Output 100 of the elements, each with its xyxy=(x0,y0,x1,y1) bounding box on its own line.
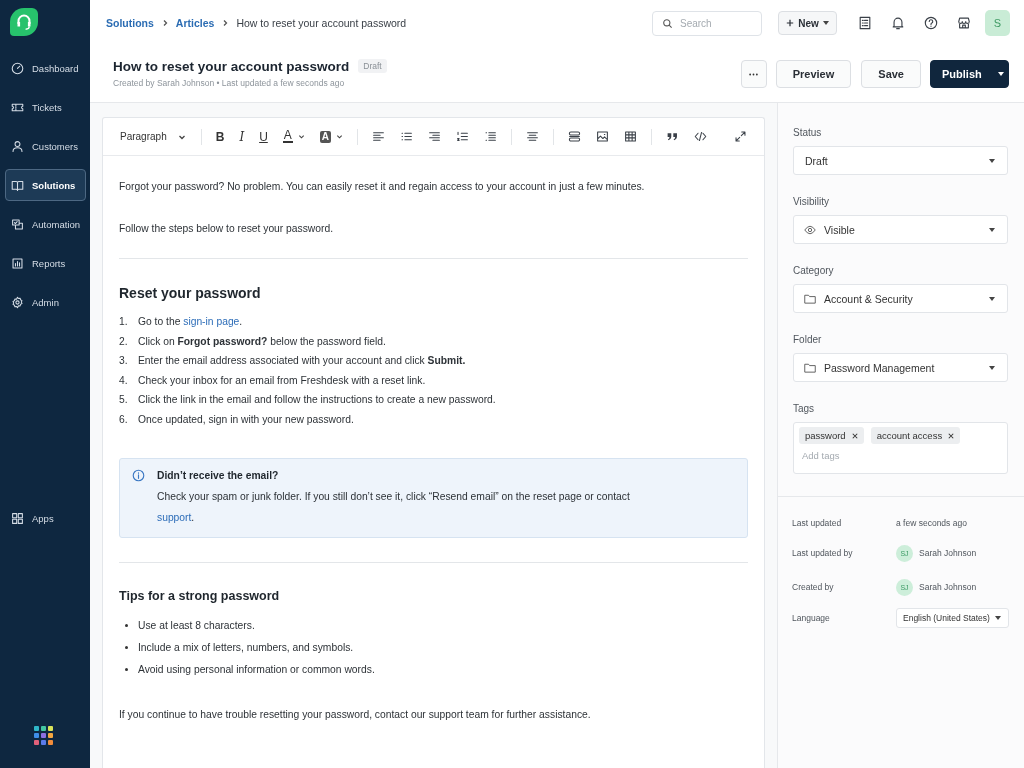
list-item-text: Click the link in the email and follow the instructions to create a new password. xyxy=(138,393,496,408)
help-icon[interactable] xyxy=(924,16,938,30)
block-format-dropdown[interactable]: Paragraph xyxy=(120,131,186,142)
list-item-text: Include a mix of letters, numbers, and symbols. xyxy=(138,640,354,655)
align-center-icon[interactable] xyxy=(526,130,540,143)
bullet-icon xyxy=(125,646,128,650)
callout-title: Didn’t receive the email? xyxy=(157,468,280,483)
list-number: 4. xyxy=(119,373,129,388)
close-icon[interactable] xyxy=(851,432,858,439)
list-item-text: Avoid using personal information or common words. xyxy=(138,662,375,677)
breadcrumb-link[interactable]: Articles xyxy=(175,17,215,29)
publish-button[interactable]: Publish xyxy=(930,60,1009,88)
code-icon[interactable] xyxy=(694,130,708,143)
list-item-text: Go to the sign-in page. xyxy=(138,315,243,329)
dropdown-field[interactable]: Account & Security xyxy=(793,284,1008,313)
sidebar-item[interactable]: Admin xyxy=(5,286,86,318)
dropdown-field[interactable]: Password Management xyxy=(793,353,1008,382)
meta-label: Last updated by xyxy=(792,548,854,558)
quote-icon[interactable] xyxy=(666,130,680,143)
list-number: 3. xyxy=(119,354,129,369)
headset-logo-icon[interactable] xyxy=(10,8,38,36)
field-label: Visibility xyxy=(793,195,830,209)
person-icon xyxy=(11,139,24,153)
italic-button[interactable]: I xyxy=(236,129,248,144)
eye-icon xyxy=(804,224,816,235)
new-button[interactable]: New xyxy=(778,11,837,35)
list-number: 1. xyxy=(119,315,129,329)
bullet-icon xyxy=(125,668,128,672)
field-label: Tags xyxy=(793,402,816,416)
text-color-button[interactable]: A xyxy=(279,130,308,143)
list-item-text: Click on Forgot password? below the password field. xyxy=(138,334,386,349)
body-paragraph: Forgot your password? No problem. You can easily reset it and regain access to your account in just a few minutes. xyxy=(119,180,646,194)
section-heading: Tips for a strong password xyxy=(119,587,281,605)
breadcrumb-current: How to reset your account password xyxy=(236,17,407,29)
image-icon[interactable] xyxy=(596,130,610,143)
tags-field[interactable]: password account access Add tags xyxy=(793,422,1008,474)
caret-down-icon xyxy=(989,296,995,301)
action-button[interactable]: Preview xyxy=(775,60,852,88)
bell-icon[interactable] xyxy=(891,16,905,30)
list-number: 6. xyxy=(119,412,129,427)
breadcrumb-link[interactable]: Solutions xyxy=(106,17,154,29)
folder-icon xyxy=(804,362,816,373)
sidebar-item[interactable]: Tickets xyxy=(5,91,86,123)
list-sheet-icon[interactable] xyxy=(858,16,872,30)
meta-label: Language xyxy=(792,613,831,623)
list-item-text: Use at least 8 characters. xyxy=(138,618,255,633)
meta-label: Last updated xyxy=(792,518,843,528)
chevron-down-icon xyxy=(297,133,305,140)
field-label: Folder xyxy=(793,333,823,347)
align-left-icon[interactable] xyxy=(372,130,386,143)
stacked-blocks-icon[interactable] xyxy=(568,130,582,143)
bold-button[interactable]: B xyxy=(212,129,228,144)
list-item-text: Check your inbox for an email from Freshdesk with a reset link. xyxy=(138,373,426,388)
sidebar-item[interactable]: Apps xyxy=(5,502,86,534)
table-icon[interactable] xyxy=(624,130,638,143)
plus-icon xyxy=(786,19,795,27)
meta-label: Created by xyxy=(792,582,835,592)
caret-down-icon xyxy=(989,365,995,370)
search-field[interactable]: Search xyxy=(652,10,762,36)
meta-value: a few seconds ago xyxy=(896,518,967,528)
list-item-text: Enter the email address associated with your account and click Submit. xyxy=(138,354,466,369)
book-icon xyxy=(11,178,24,192)
bullet-list-icon[interactable] xyxy=(400,130,414,143)
list-item-text: Once updated, sign in with your new password. xyxy=(138,412,354,427)
close-icon[interactable] xyxy=(948,432,955,439)
store-icon[interactable] xyxy=(957,16,971,30)
article-title: How to reset your account password xyxy=(113,58,350,74)
bar-chart-icon xyxy=(11,256,24,270)
tag-input[interactable]: Add tags xyxy=(799,450,882,461)
caret-down-icon xyxy=(822,21,829,25)
user-name: Sarah Johnson xyxy=(919,582,977,592)
list-number: 5. xyxy=(119,393,129,408)
info-icon xyxy=(132,468,145,482)
caret-down-icon xyxy=(998,72,1004,76)
language-dropdown[interactable]: English (United States) xyxy=(896,608,1009,628)
tag-chip: account access xyxy=(870,427,961,444)
tag-chip: password xyxy=(799,427,864,444)
search-icon xyxy=(662,17,673,29)
dropdown-field[interactable]: Visible xyxy=(793,215,1008,244)
highlight-button[interactable]: A xyxy=(316,130,347,143)
stacked-squares-icon xyxy=(11,217,24,231)
sidebar-item[interactable]: Customers xyxy=(5,130,86,162)
expand-icon[interactable] xyxy=(734,130,747,143)
sidebar-item[interactable]: Solutions xyxy=(5,169,86,201)
align-right-icon[interactable] xyxy=(428,130,442,143)
action-button[interactable]: Save xyxy=(861,60,921,88)
user-name: Sarah Johnson xyxy=(919,548,977,558)
numbered-list-icon[interactable] xyxy=(456,130,470,143)
sidebar-item[interactable]: Dashboard xyxy=(5,52,86,84)
dropdown-field[interactable]: Draft xyxy=(793,146,1008,175)
grid-icon xyxy=(11,511,24,525)
list-number: 2. xyxy=(119,334,129,349)
list-icon[interactable] xyxy=(484,130,498,143)
body-paragraph: If you continue to have trouble resetting your password, contact our support team for further assistance. xyxy=(119,707,592,722)
field-label: Status xyxy=(793,126,823,140)
sidebar-item[interactable]: Reports xyxy=(5,247,86,279)
colored-grid-icon[interactable] xyxy=(34,726,53,745)
caret-down-icon xyxy=(989,158,995,163)
sidebar-item[interactable]: Automation xyxy=(5,208,86,240)
underline-button[interactable]: U xyxy=(256,129,271,144)
